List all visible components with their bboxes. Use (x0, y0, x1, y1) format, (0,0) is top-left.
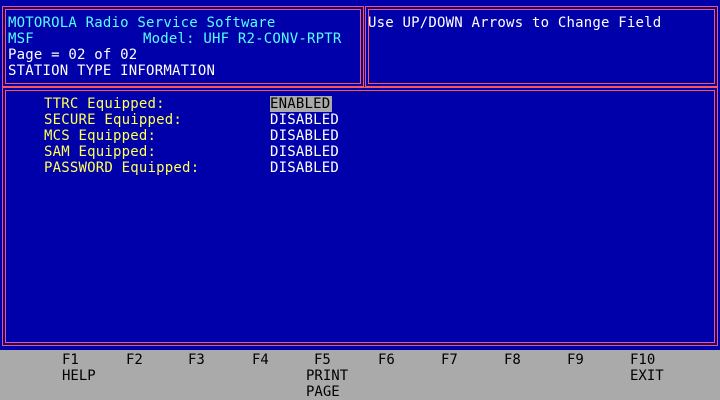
field-label-secure: SECURE Equipped: (44, 112, 183, 128)
page-indicator: Page = 02 of 02 (8, 47, 138, 63)
field-value-password[interactable]: DISABLED (270, 160, 339, 176)
field-value-mcs[interactable]: DISABLED (270, 128, 339, 144)
fkey-label: F7 (441, 352, 458, 368)
fkey-label: F6 (378, 352, 395, 368)
fkey-label: F1 (62, 352, 79, 368)
fkey-label: F3 (188, 352, 205, 368)
field-label-ttrc: TTRC Equipped: (44, 96, 165, 112)
fkey-label: F5 (314, 352, 331, 368)
f3-key[interactable]: F3 (188, 352, 238, 368)
field-value-ttrc[interactable]: ENABLED (270, 96, 333, 112)
rss-screen: MOTOROLA Radio Service Software MSF Mode… (0, 0, 720, 350)
f7-key[interactable]: F7 (441, 352, 491, 368)
f2-key[interactable]: F2 (126, 352, 176, 368)
model-label: Model: UHF R2-CONV-RPTR (143, 31, 342, 47)
f10-exit-key[interactable]: F10 EXIT (630, 352, 680, 384)
field-value-secure[interactable]: DISABLED (270, 112, 339, 128)
field-label-mcs: MCS Equipped: (44, 128, 157, 144)
f8-key[interactable]: F8 (504, 352, 554, 368)
f1-help-key[interactable]: F1 HELP (62, 352, 112, 384)
fkey-action: EXIT (630, 368, 664, 384)
f6-key[interactable]: F6 (378, 352, 428, 368)
field-label-password: PASSWORD Equipped: (44, 160, 200, 176)
fkey-label: F9 (567, 352, 584, 368)
navigation-hint: Use UP/DOWN Arrows to Change Field (368, 15, 662, 31)
field-value-sam[interactable]: DISABLED (270, 144, 339, 160)
fkey-action-line2: PAGE (306, 384, 340, 400)
f4-key[interactable]: F4 (252, 352, 302, 368)
f5-print-page-key[interactable]: F5 PRINT PAGE (306, 352, 356, 400)
fkey-label: F4 (252, 352, 269, 368)
field-label-sam: SAM Equipped: (44, 144, 157, 160)
fkey-action: HELP (62, 368, 96, 384)
function-key-bar: F1 HELP F2 F3 F4 F5 PRINT PAGE F6 F7 F8 … (0, 350, 720, 400)
section-title: STATION TYPE INFORMATION (8, 63, 216, 79)
fkey-action: PRINT (306, 368, 349, 384)
fkey-label: F10 (630, 352, 656, 368)
app-title: MOTOROLA Radio Service Software (8, 15, 276, 31)
fkey-label: F8 (504, 352, 521, 368)
app-short-name: MSF (8, 31, 34, 47)
f9-key[interactable]: F9 (567, 352, 617, 368)
fkey-label: F2 (126, 352, 143, 368)
